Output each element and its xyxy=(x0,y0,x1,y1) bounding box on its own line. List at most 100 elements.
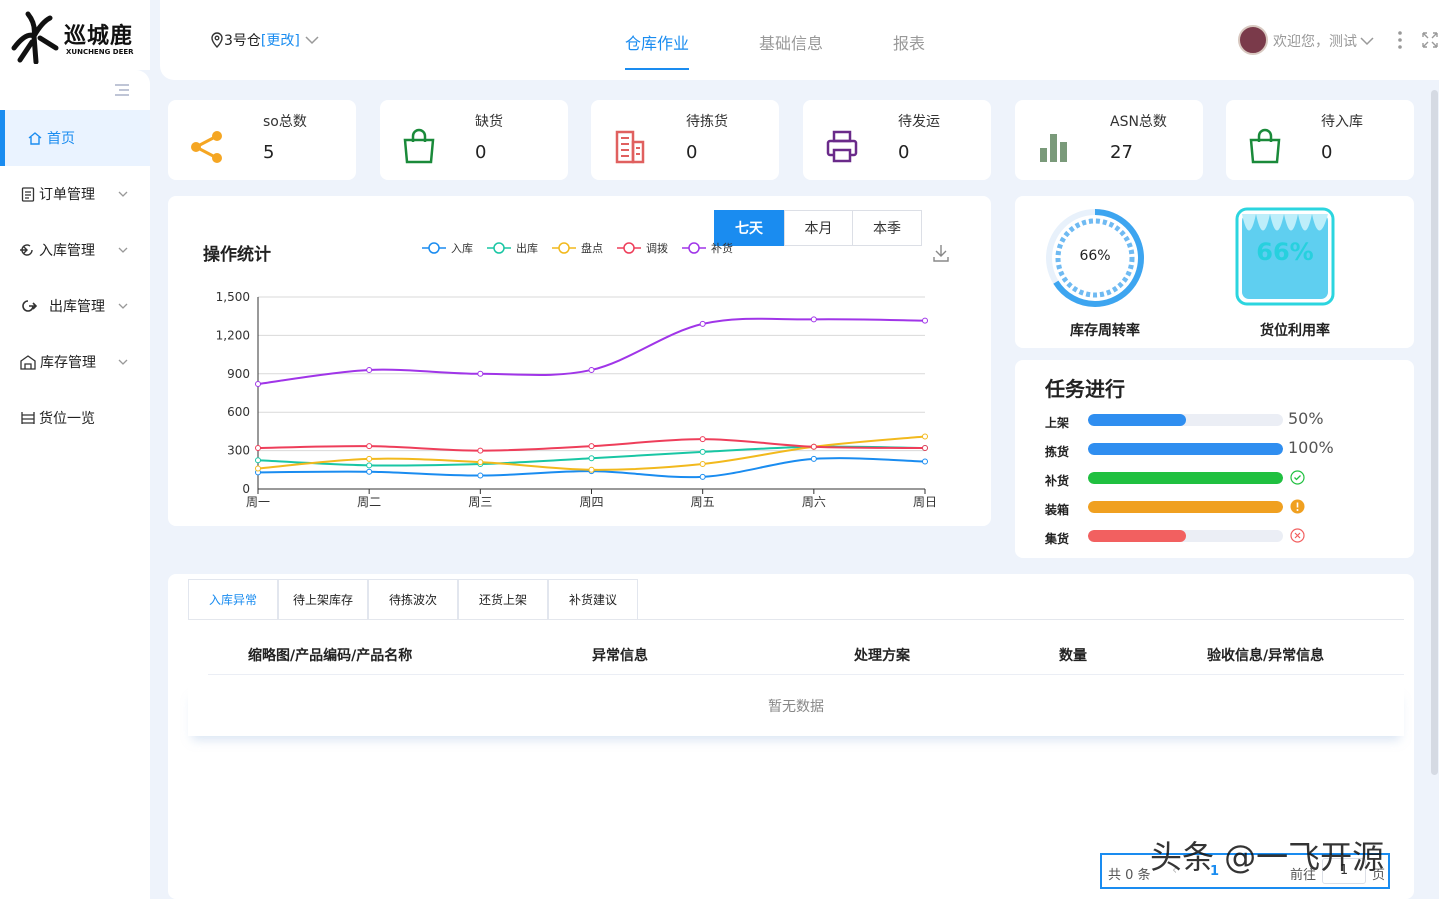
stat-card-out-of-stock: 缺货 0 xyxy=(380,100,568,180)
data-point xyxy=(255,465,261,472)
printer-icon xyxy=(826,130,858,163)
progress-fill xyxy=(1088,472,1283,484)
stat-value: 0 xyxy=(898,142,910,163)
warehouse-selector[interactable]: 3号仓 [更改] xyxy=(210,30,320,50)
operations-line-chart: 0 300 600 900 1,200 1,500 周一 周二 周三 周四 周五 周六 周日 入库 出库 盘点… xyxy=(216,241,937,509)
brand-name: 巡城鹿 xyxy=(64,24,134,49)
outbound-icon xyxy=(22,300,37,312)
sidebar-item-outbound[interactable]: 出库管理 xyxy=(0,278,150,334)
tab-inbound-exception[interactable]: 入库异常 xyxy=(188,579,278,619)
data-point xyxy=(366,443,373,450)
sidebar-item-locations[interactable]: 货位一览 xyxy=(0,390,150,446)
data-point xyxy=(366,462,373,469)
data-point xyxy=(588,455,595,462)
stat-card-to-pick: 待拣货 0 xyxy=(591,100,779,180)
building-icon xyxy=(615,130,645,164)
bar-chart-icon xyxy=(1040,134,1067,162)
progress-text: 100% xyxy=(1288,438,1334,457)
empty-text: 暂无数据 xyxy=(768,699,824,715)
sidebar-item-inventory[interactable]: 库存管理 xyxy=(0,334,150,390)
brand-name-en: XUNCHENG DEER xyxy=(66,48,134,56)
progress-fill xyxy=(1088,530,1186,542)
stat-label: 待拣货 xyxy=(686,114,728,130)
sidebar-item-label: 入库管理 xyxy=(39,243,95,259)
x-tick-label: 周日 xyxy=(913,495,937,509)
stat-value: 27 xyxy=(1110,142,1133,163)
legend-marker xyxy=(623,242,635,254)
data-point xyxy=(477,370,484,377)
task-row-packing: 装箱 xyxy=(1045,497,1345,517)
stat-card-asn-total: ASN总数 27 xyxy=(1015,100,1203,180)
progress-fill xyxy=(1088,443,1283,455)
watermark: 头条 @一飞开源 xyxy=(1150,838,1385,876)
sidebar-item-label: 订单管理 xyxy=(39,187,95,203)
task-label: 上架 xyxy=(1045,416,1070,430)
task-label: 补货 xyxy=(1045,474,1070,488)
warehouse-name: 3号仓 xyxy=(224,33,261,49)
change-warehouse-link[interactable]: [更改] xyxy=(261,30,300,50)
nav-tab-basic-info[interactable]: 基础信息 xyxy=(759,30,823,54)
page-scrollbar[interactable] xyxy=(1431,90,1438,775)
sidebar-item-home[interactable]: 首页 xyxy=(0,110,150,166)
progress-track xyxy=(1088,414,1283,426)
rate-gauges-card: 66% 库存周转率 66% 货位利用率 xyxy=(1015,196,1414,348)
sidebar-item-inbound[interactable]: 入库管理 xyxy=(0,222,150,278)
stat-card-to-receive: 待入库 0 xyxy=(1226,100,1414,180)
tab-pick-waves[interactable]: 待拣波次 xyxy=(368,579,458,619)
active-tab-indicator xyxy=(625,68,689,70)
column-header-solution: 处理方案 xyxy=(854,648,910,664)
data-point xyxy=(588,366,595,373)
data-point xyxy=(588,443,595,450)
legend-label: 盘点 xyxy=(581,241,603,255)
deer-logo-icon xyxy=(11,11,59,64)
turnover-rate-value: 66% xyxy=(1079,248,1111,264)
menu-collapse-icon[interactable] xyxy=(114,83,130,97)
home-icon xyxy=(28,132,42,145)
user-menu[interactable]: 欢迎您，测试 xyxy=(1273,31,1375,51)
sidebar-item-orders[interactable]: 订单管理 xyxy=(0,166,150,222)
legend-marker xyxy=(688,242,700,254)
tab-return-shelving[interactable]: 还货上架 xyxy=(458,579,548,619)
warehouse-icon xyxy=(20,355,36,370)
location-usage-label: 货位利用率 xyxy=(1260,323,1330,339)
fullscreen-icon[interactable] xyxy=(1422,32,1438,48)
y-tick-label: 1,500 xyxy=(216,290,250,304)
task-row-picking: 拣货 100% xyxy=(1045,438,1345,459)
nav-tab-reports[interactable]: 报表 xyxy=(893,30,925,54)
data-point xyxy=(588,466,595,473)
column-header-product: 缩略图/产品编码/产品名称 xyxy=(248,648,413,664)
progress-track xyxy=(1088,472,1283,484)
avatar[interactable] xyxy=(1238,25,1268,55)
stat-card-so-total: so总数 5 xyxy=(168,100,356,180)
chevron-down-icon xyxy=(1360,37,1374,46)
tab-replenish-advice[interactable]: 补货建议 xyxy=(548,579,638,619)
data-point xyxy=(699,320,706,327)
progress-text: 50% xyxy=(1288,409,1324,428)
shopping-bag-icon xyxy=(403,128,435,164)
more-vertical-icon[interactable] xyxy=(1396,30,1404,50)
sidebar-item-label: 货位一览 xyxy=(39,411,95,427)
location-pin-icon xyxy=(211,32,223,48)
stat-label: 待入库 xyxy=(1321,114,1363,130)
task-row-replenish: 补货 xyxy=(1045,468,1345,488)
y-tick-label: 600 xyxy=(227,405,250,419)
data-point xyxy=(477,447,484,454)
column-header-quantity: 数量 xyxy=(1059,648,1087,664)
progress-track xyxy=(1088,443,1283,455)
progress-fill xyxy=(1088,414,1186,426)
stat-label: ASN总数 xyxy=(1110,114,1167,130)
task-label: 拣货 xyxy=(1045,445,1070,459)
sidebar-item-label: 库存管理 xyxy=(40,355,96,371)
tab-pending-shelving[interactable]: 待上架库存 xyxy=(278,579,368,619)
chevron-down-icon xyxy=(118,303,128,309)
x-tick-label: 周一 xyxy=(246,495,270,509)
y-tick-label: 300 xyxy=(227,444,250,458)
nav-tab-warehouse-ops[interactable]: 仓库作业 xyxy=(625,30,689,54)
data-point xyxy=(810,443,817,450)
data-point xyxy=(255,445,261,452)
data-point xyxy=(699,448,706,455)
legend-marker xyxy=(428,242,440,254)
table-empty-row: 暂无数据 xyxy=(188,686,1404,736)
legend-label: 调拨 xyxy=(646,241,668,255)
top-header: 3号仓 [更改] 仓库作业 基础信息 报表 欢迎您，测试 xyxy=(160,0,1439,80)
